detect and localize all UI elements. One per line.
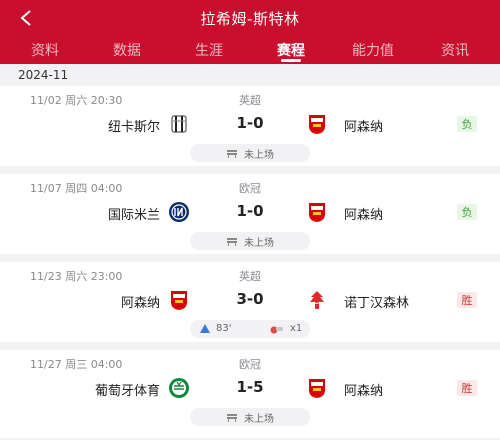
- match-score: 3-0: [236, 290, 264, 308]
- whistle-card-icon: [270, 326, 283, 333]
- tab-stats[interactable]: 数据: [86, 36, 168, 64]
- result-badge: 胜: [457, 380, 477, 396]
- tab-profile[interactable]: 资料: [4, 36, 86, 64]
- match-list: 11/02 周六 20:30 英超 纽卡斯尔 1-0 阿森纳 负 未上场 11/…: [0, 86, 500, 438]
- page-title: 拉希姆-斯特林: [200, 9, 300, 28]
- league-name: 英超: [239, 94, 261, 107]
- status-label: 未上场: [244, 149, 274, 161]
- month-header: 2024-11: [0, 64, 500, 86]
- tab-career[interactable]: 生涯: [168, 36, 250, 64]
- header-bar: 拉希姆-斯特林: [0, 0, 500, 36]
- tab-ability[interactable]: 能力值: [332, 36, 414, 64]
- away-team-name: 阿森纳: [344, 208, 384, 223]
- league-name: 英超: [239, 270, 261, 283]
- league-name: 欧冠: [239, 358, 261, 371]
- match-events: 83' x1: [190, 320, 310, 338]
- arsenal-logo-icon: [309, 379, 325, 398]
- participation-status: 未上场: [190, 144, 310, 162]
- match-score: 1-0: [236, 202, 264, 220]
- participation-status: 未上场: [190, 232, 310, 250]
- sub-in-event: 83': [200, 323, 231, 334]
- bench-icon: [227, 414, 237, 422]
- result-badge: 胜: [457, 292, 477, 308]
- match-row[interactable]: 11/23 周六 23:00 英超 阿森纳 3-0 诺丁汉森林 胜 83' x1: [0, 262, 500, 350]
- chevron-left-icon: [20, 10, 31, 26]
- card-count: x1: [290, 323, 303, 334]
- back-button[interactable]: [14, 6, 38, 30]
- status-label: 未上场: [244, 413, 274, 425]
- result-badge: 负: [457, 116, 477, 132]
- status-label: 未上场: [244, 237, 274, 249]
- sub-in-minute: 83': [216, 323, 232, 334]
- participation-status: 未上场: [190, 408, 310, 426]
- bench-icon: [227, 238, 237, 246]
- league-name: 欧冠: [239, 182, 261, 195]
- match-score: 1-0: [236, 114, 264, 132]
- match-row[interactable]: 11/27 周三 04:00 欧冠 葡萄牙体育 1-5 阿森纳 胜 未上场: [0, 350, 500, 438]
- match-row[interactable]: 11/07 周四 04:00 欧冠 国际米兰 1-0 阿森纳 负 未上场: [0, 174, 500, 262]
- arsenal-logo-icon: [309, 203, 325, 222]
- sub-in-arrow-icon: [200, 324, 210, 333]
- away-team-name: 阿森纳: [344, 120, 384, 135]
- tab-bar: 资料 数据 生涯 赛程 能力值 资讯: [0, 36, 500, 64]
- card-event: x1: [270, 323, 302, 334]
- away-team-name: 阿森纳: [344, 384, 384, 399]
- match-score: 1-5: [236, 378, 264, 396]
- tab-news[interactable]: 资讯: [414, 36, 496, 64]
- bench-icon: [227, 150, 237, 158]
- result-badge: 负: [457, 204, 477, 220]
- nottingham-logo-icon: [310, 291, 324, 309]
- match-row[interactable]: 11/02 周六 20:30 英超 纽卡斯尔 1-0 阿森纳 负 未上场: [0, 86, 500, 174]
- away-team-name: 诺丁汉森林: [344, 296, 410, 311]
- arsenal-logo-icon: [309, 115, 325, 134]
- tab-schedule[interactable]: 赛程: [250, 36, 332, 64]
